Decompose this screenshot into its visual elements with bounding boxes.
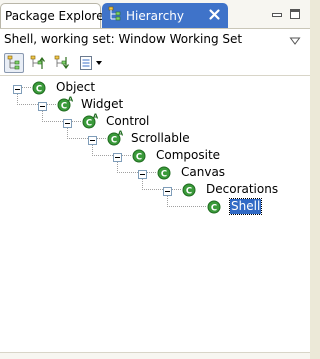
tree-node-label: Widget bbox=[81, 96, 124, 111]
collapse-icon[interactable] bbox=[88, 134, 97, 145]
svg-text:C: C bbox=[86, 118, 92, 128]
svg-text:C: C bbox=[186, 186, 192, 196]
minimize-icon[interactable] bbox=[271, 8, 283, 20]
tree-node-label: Decorations bbox=[206, 181, 279, 196]
tree-node-label: Object bbox=[56, 79, 96, 94]
svg-text:C: C bbox=[111, 135, 117, 145]
tree-node-scrollable[interactable]: C A Scrollable bbox=[107, 129, 191, 147]
show-subtype-hierarchy-button[interactable] bbox=[52, 53, 72, 73]
collapse-icon[interactable] bbox=[163, 185, 172, 196]
layout-icon bbox=[80, 56, 92, 70]
tree-node-label: Composite bbox=[156, 147, 221, 162]
abstract-class-icon: CA bbox=[82, 113, 98, 129]
tab-hierarchy[interactable]: Hierarchy bbox=[102, 3, 228, 28]
collapse-icon[interactable] bbox=[38, 100, 47, 111]
class-icon: C bbox=[132, 147, 148, 163]
svg-text:C: C bbox=[61, 101, 67, 111]
tab-package-explorer[interactable]: Package Explorer bbox=[0, 3, 109, 28]
tree-node-decorations[interactable]: C Decorations bbox=[182, 180, 279, 198]
hierarchy-toolbar bbox=[0, 51, 310, 76]
tree-node-composite[interactable]: C Composite bbox=[132, 146, 221, 164]
tree-node-object[interactable]: C Object bbox=[32, 78, 96, 96]
svg-text:A: A bbox=[118, 130, 123, 138]
hierarchy-tree: C Object C A Widget C A Control C A Scrollable C Com… bbox=[0, 76, 310, 358]
tab-hierarchy-label: Hierarchy bbox=[126, 8, 185, 23]
tree-node-widget[interactable]: C A Widget bbox=[57, 95, 124, 113]
tree-node-label: Shell bbox=[228, 197, 263, 215]
svg-text:C: C bbox=[136, 152, 142, 162]
tab-bar: Package Explorer Hierarchy bbox=[0, 0, 310, 29]
tree-node-label: Scrollable bbox=[131, 130, 190, 145]
class-icon: C bbox=[157, 164, 173, 180]
class-icon: C bbox=[32, 79, 48, 95]
svg-text:C: C bbox=[161, 169, 167, 179]
abstract-class-icon: CA bbox=[107, 130, 123, 146]
hierarchy-view: Package Explorer Hierarchy Shell, workin… bbox=[0, 0, 310, 359]
class-icon: C bbox=[207, 198, 223, 214]
tree-node-control[interactable]: C A Control bbox=[82, 112, 150, 130]
hierarchy-title-line: Shell, working set: Window Working Set bbox=[0, 29, 310, 51]
view-menu-icon[interactable] bbox=[289, 35, 301, 45]
layout-menu-icon bbox=[96, 61, 102, 65]
abstract-class-icon: CA bbox=[57, 96, 73, 112]
tree-node-label: Control bbox=[106, 113, 150, 128]
type-hierarchy-icon bbox=[108, 6, 122, 25]
show-supertype-hierarchy-icon bbox=[30, 55, 45, 69]
close-tab-icon[interactable] bbox=[207, 7, 222, 22]
tab-package-explorer-label: Package Explorer bbox=[5, 9, 109, 23]
svg-text:A: A bbox=[68, 96, 73, 104]
collapse-icon[interactable] bbox=[63, 117, 72, 128]
tree-node-label: Canvas bbox=[181, 164, 226, 179]
maximize-icon[interactable] bbox=[289, 8, 301, 20]
show-type-hierarchy-icon bbox=[7, 55, 20, 70]
class-icon: C bbox=[182, 181, 198, 197]
svg-text:C: C bbox=[36, 84, 42, 94]
tree-node-shell[interactable]: C Shell bbox=[207, 197, 263, 215]
hierarchy-title: Shell, working set: Window Working Set bbox=[4, 32, 243, 46]
layout-menu-button[interactable] bbox=[93, 53, 105, 73]
show-supertype-hierarchy-button[interactable] bbox=[28, 53, 48, 73]
tree-node-canvas[interactable]: C Canvas bbox=[157, 163, 226, 181]
collapse-icon[interactable] bbox=[13, 83, 22, 94]
svg-text:C: C bbox=[211, 203, 217, 213]
collapse-icon[interactable] bbox=[138, 168, 147, 179]
show-type-hierarchy-button[interactable] bbox=[4, 53, 24, 73]
collapse-icon[interactable] bbox=[113, 151, 122, 162]
svg-text:A: A bbox=[93, 113, 98, 121]
show-subtype-hierarchy-icon bbox=[54, 55, 69, 70]
